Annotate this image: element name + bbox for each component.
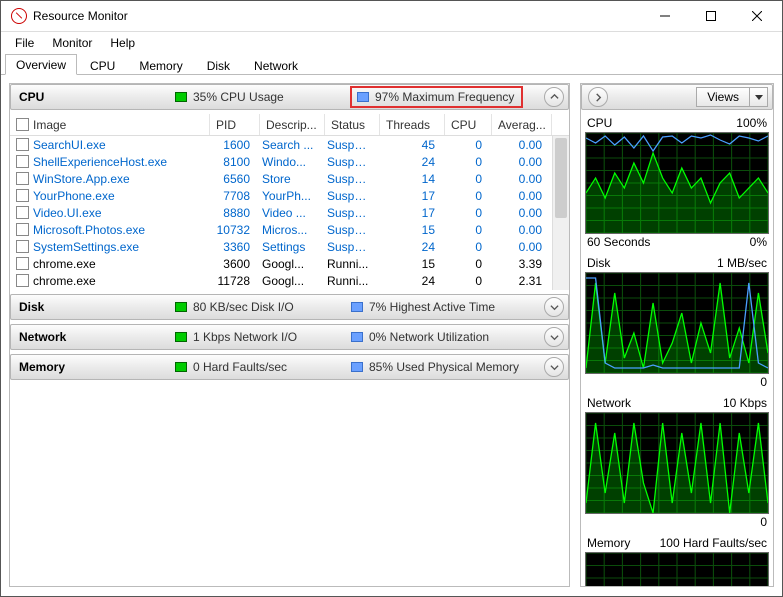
table-row[interactable]: SearchUI.exe1600Search ...Suspe...4500.0…	[10, 136, 569, 153]
tab-bar: Overview CPU Memory Disk Network	[1, 53, 782, 75]
chart-disk: Disk1 MB/sec0	[585, 254, 769, 390]
row-checkbox[interactable]	[16, 189, 29, 202]
chart-scale: 100%	[736, 116, 767, 130]
table-row[interactable]: SystemSettings.exe3360SettingsSuspe...24…	[10, 238, 569, 255]
tab-memory[interactable]: Memory	[128, 55, 193, 76]
section-title-cpu: CPU	[19, 90, 169, 104]
section-header-cpu[interactable]: CPU 35% CPU Usage 97% Maximum Frequency	[10, 84, 569, 110]
chart-network: Network10 Kbps0	[585, 394, 769, 530]
chart-title: CPU	[587, 116, 612, 130]
chart-canvas	[585, 412, 769, 514]
maximize-button[interactable]	[688, 1, 734, 31]
menu-file[interactable]: File	[7, 34, 42, 52]
chart-canvas	[585, 272, 769, 374]
views-dropdown-icon[interactable]	[750, 87, 768, 107]
window-title: Resource Monitor	[33, 9, 642, 23]
chart-title: Network	[587, 396, 631, 410]
chart-scale: 10 Kbps	[723, 396, 767, 410]
tab-overview[interactable]: Overview	[5, 54, 77, 75]
section-title-network: Network	[19, 330, 169, 344]
chart-title: Disk	[587, 256, 610, 270]
app-icon	[11, 8, 27, 24]
chart-cpu: CPU100%60 Seconds0%	[585, 114, 769, 250]
cpu-usage-swatch-icon	[175, 92, 187, 102]
net-io-text: 1 Kbps Network I/O	[193, 330, 297, 344]
disk-active-text: 7% Highest Active Time	[369, 300, 495, 314]
close-button[interactable]	[734, 1, 780, 31]
chart-scale: 1 MB/sec	[717, 256, 767, 270]
net-io-swatch-icon	[175, 332, 187, 342]
tab-cpu[interactable]: CPU	[79, 55, 126, 76]
collapse-cpu-button[interactable]	[544, 87, 564, 107]
views-button[interactable]: Views	[696, 87, 750, 107]
chart-canvas	[585, 132, 769, 234]
chart-scale: 100 Hard Faults/sec	[660, 536, 767, 550]
section-title-memory: Memory	[19, 360, 169, 374]
col-pid[interactable]: PID	[210, 114, 260, 135]
section-header-disk[interactable]: Disk 80 KB/sec Disk I/O 7% Highest Activ…	[10, 294, 569, 320]
col-status[interactable]: Status	[325, 114, 380, 135]
row-checkbox[interactable]	[16, 155, 29, 168]
disk-active-swatch-icon	[351, 302, 363, 312]
section-header-memory[interactable]: Memory 0 Hard Faults/sec 85% Used Physic…	[10, 354, 569, 380]
cpu-process-table: Image PID Descrip... Status Threads CPU …	[10, 114, 569, 290]
section-title-disk: Disk	[19, 300, 169, 314]
menu-monitor[interactable]: Monitor	[44, 34, 100, 52]
charts-header: Views	[581, 84, 773, 110]
select-all-checkbox[interactable]	[16, 118, 29, 131]
table-row[interactable]: Microsoft.Photos.exe10732Micros...Suspe.…	[10, 221, 569, 238]
expand-memory-button[interactable]	[544, 357, 564, 377]
row-checkbox[interactable]	[16, 240, 29, 253]
cpu-usage-text: 35% CPU Usage	[193, 90, 284, 104]
chart-canvas	[585, 552, 769, 586]
cpu-max-freq-highlight: 97% Maximum Frequency	[351, 87, 522, 107]
table-row[interactable]: ShellExperienceHost.exe8100Windo...Suspe…	[10, 153, 569, 170]
row-checkbox[interactable]	[16, 223, 29, 236]
title-bar: Resource Monitor	[1, 1, 782, 32]
disk-io-swatch-icon	[175, 302, 187, 312]
row-checkbox[interactable]	[16, 257, 29, 270]
mem-faults-text: 0 Hard Faults/sec	[193, 360, 287, 374]
overview-panel: CPU 35% CPU Usage 97% Maximum Frequency …	[9, 83, 570, 587]
table-row[interactable]: YourPhone.exe7708YourPh...Suspe...1700.0…	[10, 187, 569, 204]
col-description[interactable]: Descrip...	[260, 114, 325, 135]
cpu-freq-swatch-icon	[357, 92, 369, 102]
disk-io-text: 80 KB/sec Disk I/O	[193, 300, 294, 314]
charts-panel: Views CPU100%60 Seconds0%Disk1 MB/sec0Ne…	[580, 83, 774, 587]
net-util-swatch-icon	[351, 332, 363, 342]
table-row[interactable]: chrome.exe3600Googl...Runni...1503.39	[10, 255, 569, 272]
mem-used-text: 85% Used Physical Memory	[369, 360, 519, 374]
mem-used-swatch-icon	[351, 362, 363, 372]
row-checkbox[interactable]	[16, 274, 29, 287]
expand-disk-button[interactable]	[544, 297, 564, 317]
chart-memory: Memory 100 Hard Faults/sec	[585, 534, 769, 586]
col-average[interactable]: Averag...	[492, 114, 552, 135]
chart-title: Memory	[587, 536, 630, 550]
table-row[interactable]: Video.UI.exe8880Video ...Suspe...1700.00	[10, 204, 569, 221]
tab-network[interactable]: Network	[243, 55, 309, 76]
table-row[interactable]: WinStore.App.exe6560StoreSuspe...1400.00	[10, 170, 569, 187]
tab-disk[interactable]: Disk	[196, 55, 241, 76]
row-checkbox[interactable]	[16, 206, 29, 219]
section-header-network[interactable]: Network 1 Kbps Network I/O 0% Network Ut…	[10, 324, 569, 350]
col-image[interactable]: Image	[10, 114, 210, 135]
table-scrollbar[interactable]	[552, 136, 569, 290]
cpu-freq-text: 97% Maximum Frequency	[375, 90, 514, 104]
collapse-charts-button[interactable]	[588, 87, 608, 107]
row-checkbox[interactable]	[16, 172, 29, 185]
expand-network-button[interactable]	[544, 327, 564, 347]
col-cpu[interactable]: CPU	[445, 114, 492, 135]
table-row[interactable]: chrome.exe11728Googl...Runni...2402.31	[10, 272, 569, 289]
col-threads[interactable]: Threads	[380, 114, 445, 135]
minimize-button[interactable]	[642, 1, 688, 31]
menu-help[interactable]: Help	[102, 34, 143, 52]
net-util-text: 0% Network Utilization	[369, 330, 489, 344]
row-checkbox[interactable]	[16, 138, 29, 151]
menu-bar: File Monitor Help	[1, 32, 782, 53]
mem-faults-swatch-icon	[175, 362, 187, 372]
